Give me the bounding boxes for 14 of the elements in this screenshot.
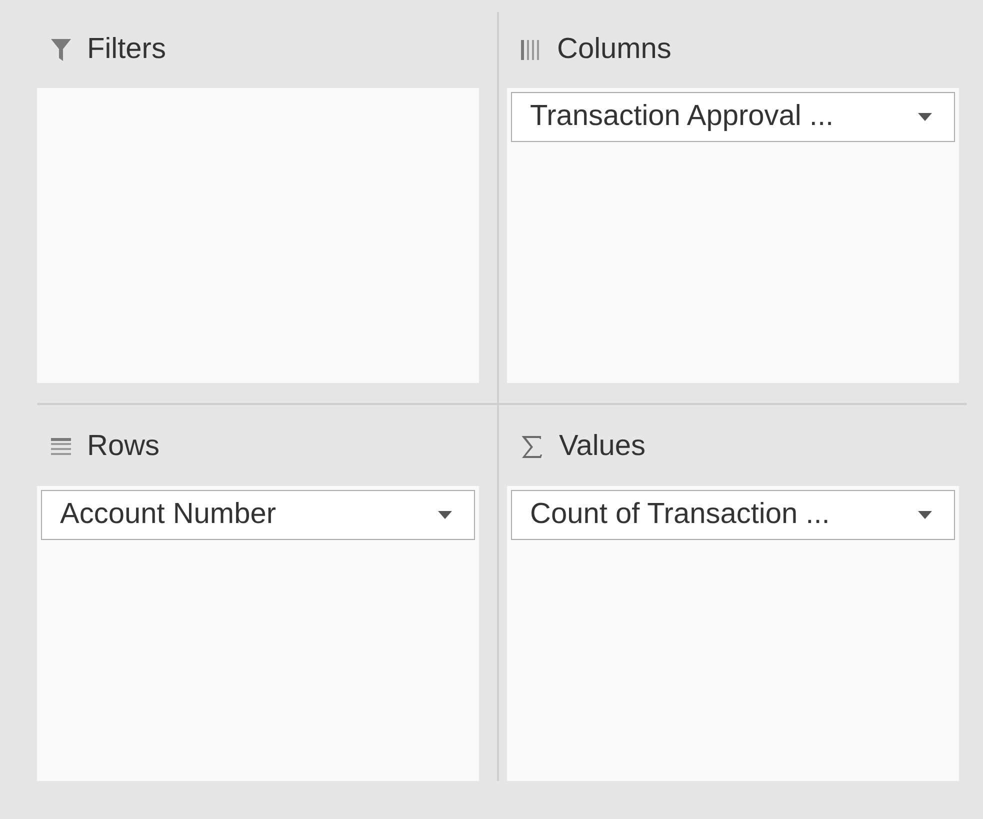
dropdown-caret-icon bbox=[918, 511, 932, 519]
columns-icon bbox=[521, 40, 541, 60]
field-chip[interactable]: Count of Transaction ... bbox=[511, 490, 955, 540]
area-title: Columns bbox=[557, 32, 672, 68]
area-title: Filters bbox=[87, 32, 166, 68]
dropdown-caret-icon bbox=[438, 511, 452, 519]
area-title: Values bbox=[559, 428, 646, 464]
area-title: Rows bbox=[87, 428, 160, 464]
filter-icon bbox=[51, 39, 71, 61]
rows-icon bbox=[51, 438, 71, 456]
dropdown-caret-icon bbox=[918, 113, 932, 121]
field-chip[interactable]: Transaction Approval ... bbox=[511, 92, 955, 142]
field-chip[interactable]: Account Number bbox=[41, 490, 475, 540]
sigma-icon bbox=[521, 434, 543, 458]
